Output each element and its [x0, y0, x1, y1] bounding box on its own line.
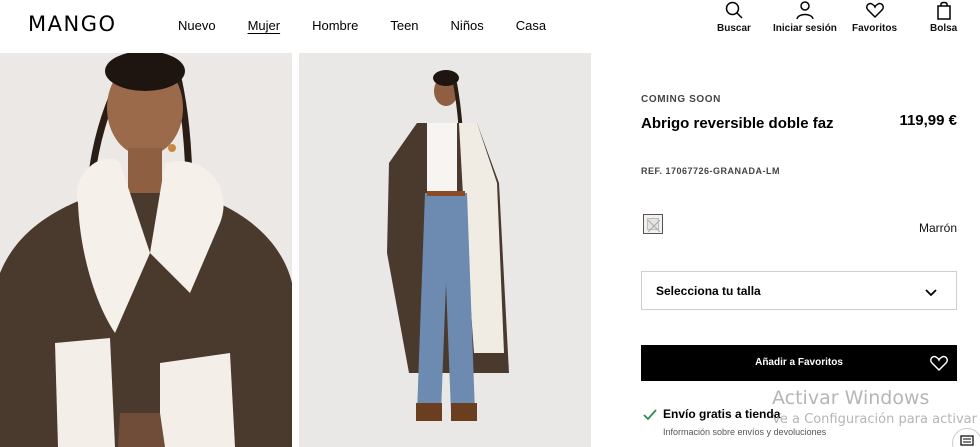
add-to-favorites-button[interactable]: Añadir a Favoritos — [641, 345, 957, 381]
login-label: Iniciar sesión — [773, 23, 837, 34]
product-image-full[interactable] — [299, 53, 591, 447]
model-full-illustration — [299, 53, 591, 447]
favorites-button[interactable]: Favoritos — [852, 0, 897, 34]
heart-icon — [865, 2, 884, 19]
swatch-crossed-icon — [647, 218, 661, 233]
search-icon — [725, 1, 743, 19]
heart-icon[interactable] — [929, 353, 949, 373]
nav-item-casa[interactable]: Casa — [516, 18, 546, 34]
favorites-label: Favoritos — [852, 23, 898, 34]
windows-watermark-subtitle: Ve a Configuración para activar Windows. — [772, 412, 980, 427]
windows-watermark-title: Activar Windows — [772, 387, 930, 409]
size-dropdown[interactable]: Selecciona tu talla — [641, 271, 957, 310]
bag-button[interactable]: Bolsa — [930, 0, 957, 34]
product-title: Abrigo reversible doble faz — [641, 115, 834, 132]
search-button[interactable]: Buscar — [717, 0, 751, 34]
product-reference: REF. 17067726-GRANADA-LM — [641, 166, 781, 176]
chevron-down-icon — [925, 289, 937, 297]
site-header: MANGO Nuevo Mujer Hombre Teen Niños Casa… — [0, 0, 980, 53]
size-placeholder: Selecciona tu talla — [656, 284, 761, 298]
search-label: Buscar — [717, 23, 751, 34]
model-closeup-illustration — [0, 53, 292, 447]
login-button[interactable]: Iniciar sesión — [773, 0, 837, 34]
chat-icon — [960, 435, 974, 446]
add-to-favorites-label: Añadir a Favoritos — [755, 357, 843, 368]
nav-item-nuevo[interactable]: Nuevo — [178, 18, 216, 34]
user-icon — [796, 1, 814, 20]
nav-item-hombre[interactable]: Hombre — [312, 18, 358, 34]
bag-icon — [936, 1, 951, 20]
bag-label: Bolsa — [930, 23, 958, 34]
selected-color: Marrón — [918, 221, 957, 235]
color-swatch[interactable] — [643, 214, 663, 234]
product-price: 119,99 € — [899, 112, 957, 129]
nav-item-mujer[interactable]: Mujer — [248, 18, 281, 34]
chat-button[interactable] — [952, 428, 980, 447]
coming-soon-badge: COMING SOON — [641, 94, 721, 105]
check-icon — [643, 409, 657, 421]
main-nav: Nuevo Mujer Hombre Teen Niños Casa — [178, 18, 578, 34]
product-image-closeup[interactable] — [0, 53, 292, 447]
brand-logo[interactable]: MANGO — [28, 12, 117, 36]
free-shipping-text: Envío gratis a tienda — [663, 407, 781, 421]
nav-item-teen[interactable]: Teen — [390, 18, 418, 34]
nav-item-ninos[interactable]: Niños — [451, 18, 484, 34]
